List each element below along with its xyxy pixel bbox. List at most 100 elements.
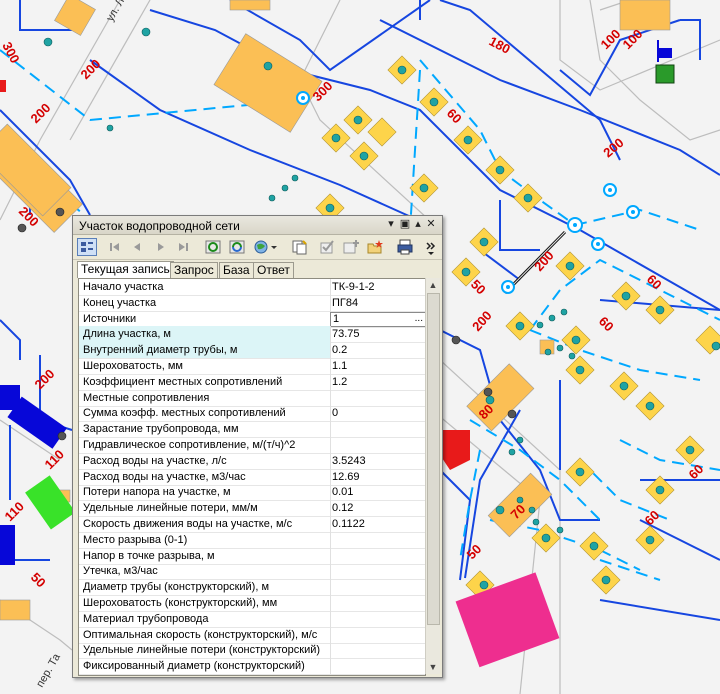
property-label: Материал трубопровода — [79, 611, 331, 627]
property-row[interactable]: Сумма коэфф. местных сопротивлений 0 — [79, 405, 425, 422]
property-value-text: 0.01 — [332, 486, 354, 498]
property-row[interactable]: Начало участка ТК-9-1-2 — [79, 279, 425, 296]
property-label: Удельные линейные потери (конструкторски… — [79, 642, 331, 658]
property-value[interactable] — [330, 390, 425, 406]
last-record-icon[interactable] — [173, 238, 193, 256]
property-label: Местные сопротивления — [79, 390, 331, 406]
property-value[interactable] — [330, 627, 425, 643]
property-value[interactable]: 0.12 — [330, 500, 425, 516]
property-value-text: 12.69 — [332, 471, 360, 483]
property-value-text: 73.75 — [332, 328, 360, 340]
property-value[interactable]: 1... — [330, 312, 425, 327]
property-row[interactable]: Шероховатость, мм 1.1 — [79, 358, 425, 375]
sync-icon[interactable] — [227, 238, 247, 256]
tab-current-record[interactable]: Текущая запись — [77, 261, 174, 278]
next-record-icon[interactable] — [151, 238, 171, 256]
property-row[interactable]: Удельные линейные потери, мм/м 0.12 — [79, 500, 425, 517]
scroll-down-icon[interactable]: ▼ — [426, 660, 440, 674]
prev-record-icon[interactable] — [127, 238, 147, 256]
property-value-text: ТК-9-1-2 — [332, 281, 375, 293]
property-row[interactable]: Гидравлическое сопротивление, м/(т/ч)^2 — [79, 437, 425, 454]
property-row[interactable]: Коэффициент местных сопротивлений 1.2 — [79, 374, 425, 391]
overflow-icon[interactable] — [425, 238, 437, 256]
grid-view-icon[interactable] — [77, 238, 97, 256]
property-value-text: 1.1 — [332, 360, 348, 372]
scrollbar-thumb[interactable] — [427, 293, 440, 625]
property-label: Источники — [79, 311, 331, 327]
ellipsis-button[interactable]: ... — [415, 313, 423, 325]
property-row[interactable]: Конец участка ПГ84 — [79, 295, 425, 312]
property-value[interactable]: ПГ84 — [330, 295, 425, 311]
vertical-scrollbar[interactable]: ▲ ▼ — [425, 278, 440, 674]
property-label: Длина участка, м — [79, 326, 331, 342]
property-row[interactable]: Длина участка, м 73.75 — [79, 326, 425, 343]
property-value[interactable]: 0.2 — [330, 342, 425, 358]
property-value[interactable] — [330, 421, 425, 437]
property-label: Фиксированный диаметр (конструкторский) — [79, 658, 331, 674]
property-value[interactable] — [330, 642, 425, 658]
property-value[interactable] — [330, 658, 425, 674]
pipe-section-window[interactable]: Участок водопроводной сети ▾ ▣ ▴ ✕ Текущ… — [72, 215, 443, 678]
refresh-icon[interactable] — [203, 238, 223, 256]
property-label: Расход воды на участке, л/с — [79, 453, 331, 469]
property-row[interactable]: Удельные линейные потери (конструкторски… — [79, 642, 425, 659]
first-record-icon[interactable] — [105, 238, 125, 256]
property-label: Внутренний диаметр трубы, м — [79, 342, 331, 358]
property-row[interactable]: Утечка, м3/час — [79, 563, 425, 580]
property-label: Сумма коэфф. местных сопротивлений — [79, 405, 331, 421]
tab-response[interactable]: Ответ — [253, 262, 294, 278]
property-value[interactable] — [330, 548, 425, 564]
property-row[interactable]: Потери напора на участке, м 0.01 — [79, 484, 425, 501]
property-row[interactable]: Внутренний диаметр трубы, м 0.2 — [79, 342, 425, 359]
property-value-text: 0.2 — [332, 344, 348, 356]
dropdown-arrow-icon[interactable] — [269, 238, 279, 256]
property-label: Потери напора на участке, м — [79, 484, 331, 500]
copy-icon[interactable] — [289, 238, 309, 256]
pin-icon[interactable]: ▾ — [385, 218, 397, 231]
property-row[interactable]: Место разрыва (0-1) — [79, 532, 425, 549]
property-value[interactable]: 3.5243 — [330, 453, 425, 469]
restore-icon[interactable]: ▣ — [399, 218, 411, 231]
property-value[interactable]: ТК-9-1-2 — [330, 279, 425, 295]
property-row[interactable]: Скорость движения воды на участке, м/с 0.… — [79, 516, 425, 533]
maximize-icon[interactable]: ▴ — [412, 218, 424, 231]
property-value[interactable]: 0.1122 — [330, 516, 425, 532]
property-value[interactable] — [330, 595, 425, 611]
window-titlebar[interactable]: Участок водопроводной сети ▾ ▣ ▴ ✕ — [73, 216, 442, 235]
add-record-icon[interactable] — [341, 238, 361, 256]
property-value[interactable] — [330, 437, 425, 453]
checkmark-icon[interactable] — [317, 238, 337, 256]
property-value[interactable] — [330, 532, 425, 548]
property-value[interactable]: 1.1 — [330, 358, 425, 374]
property-row[interactable]: Зарастание трубопровода, мм — [79, 421, 425, 438]
property-value[interactable]: 1.2 — [330, 374, 425, 390]
property-row[interactable]: Диаметр трубы (конструкторский), м — [79, 579, 425, 596]
tab-query[interactable]: Запрос — [170, 262, 218, 278]
property-value[interactable]: 0.01 — [330, 484, 425, 500]
property-row[interactable]: Расход воды на участке, л/с 3.5243 — [79, 453, 425, 470]
property-value[interactable]: 73.75 — [330, 326, 425, 342]
property-value-text: ПГ84 — [332, 297, 359, 309]
property-label: Начало участка — [79, 279, 331, 295]
property-label: Напор в точке разрыва, м — [79, 548, 331, 564]
property-value[interactable]: 0 — [330, 405, 425, 421]
property-value[interactable] — [330, 579, 425, 595]
property-value[interactable] — [330, 563, 425, 579]
property-row[interactable]: Материал трубопровода — [79, 611, 425, 628]
new-folder-icon[interactable] — [365, 238, 385, 256]
close-icon[interactable]: ✕ — [425, 218, 437, 231]
globe-icon[interactable] — [251, 238, 271, 256]
toolbar — [73, 235, 442, 260]
scroll-up-icon[interactable]: ▲ — [426, 278, 440, 292]
print-icon[interactable] — [395, 238, 415, 256]
window-title: Участок водопроводной сети — [79, 219, 240, 233]
property-label: Диаметр трубы (конструкторский), м — [79, 579, 331, 595]
property-value[interactable] — [330, 611, 425, 627]
property-row[interactable]: Фиксированный диаметр (конструкторский) — [79, 658, 425, 675]
property-label: Коэффициент местных сопротивлений — [79, 374, 331, 390]
property-value[interactable]: 12.69 — [330, 469, 425, 485]
property-row[interactable]: Шероховатость (конструкторский), мм — [79, 595, 425, 612]
property-value-text: 0.12 — [332, 502, 354, 514]
tab-database[interactable]: База — [219, 262, 254, 278]
property-label: Удельные линейные потери, мм/м — [79, 500, 331, 516]
